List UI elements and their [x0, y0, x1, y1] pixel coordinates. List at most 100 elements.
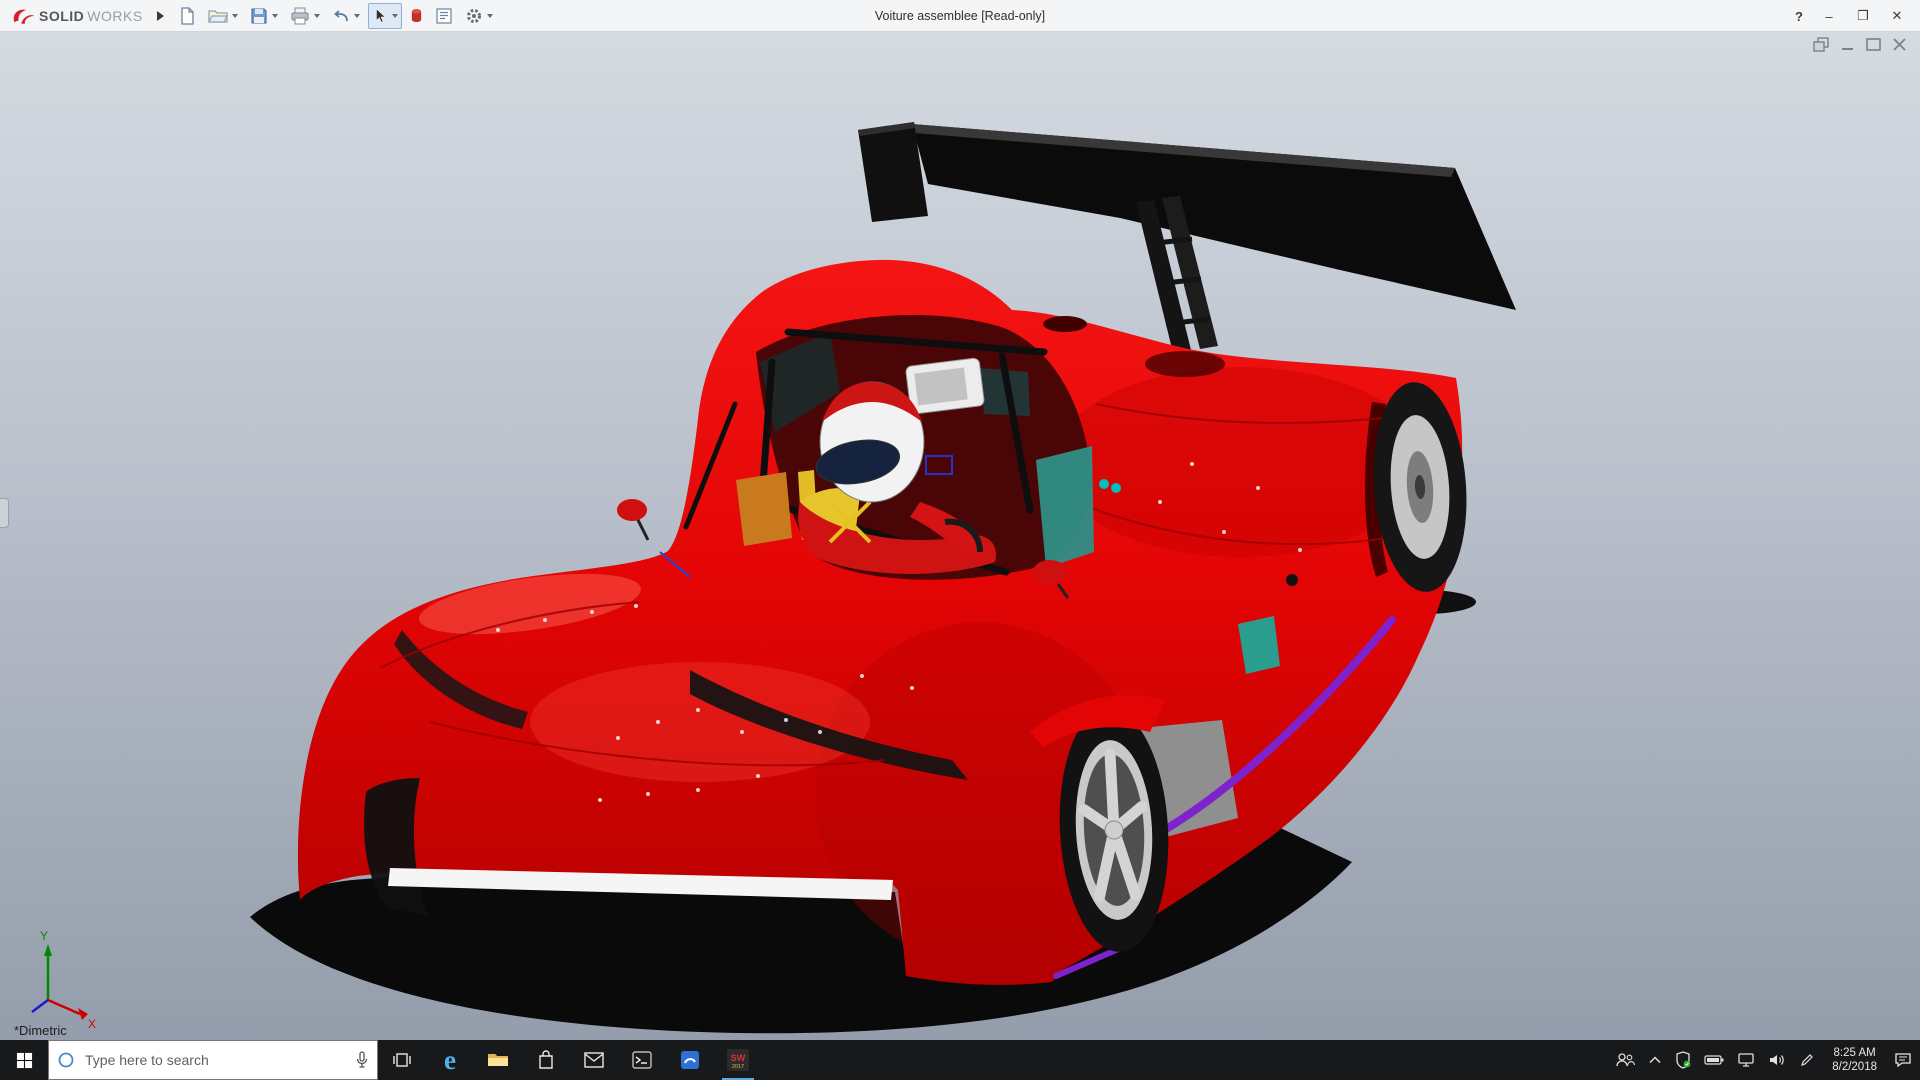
search-input[interactable]: [83, 1051, 347, 1069]
new-document-button[interactable]: [174, 3, 200, 29]
cortana-icon: [57, 1051, 75, 1069]
task-view-icon: [392, 1050, 412, 1070]
microphone-icon[interactable]: [355, 1051, 369, 1069]
doc-minimize-button[interactable]: [1839, 37, 1856, 52]
screen: SOLID WORKS: [0, 0, 1920, 1080]
cyan-marker: [1111, 483, 1121, 493]
titlebar: SOLID WORKS: [0, 0, 1920, 32]
sw-tile-year: 2017: [732, 1064, 744, 1070]
console-icon: [632, 1051, 652, 1069]
network-button[interactable]: [1737, 1052, 1755, 1068]
battery-icon: [1704, 1054, 1724, 1066]
options-button[interactable]: [461, 3, 497, 29]
window-controls: ? – ❐ ✕: [1786, 0, 1914, 32]
side-glass-right: [1036, 446, 1094, 568]
side-vent: [1286, 574, 1298, 586]
undo-icon: [332, 8, 350, 24]
shield-icon: [1675, 1051, 1691, 1069]
open-document-button[interactable]: [204, 3, 242, 29]
report-icon: [435, 7, 453, 25]
close-button[interactable]: ✕: [1880, 0, 1914, 32]
cyan-marker: [1099, 479, 1109, 489]
report-button[interactable]: [431, 3, 457, 29]
quick-access-toolbar: [174, 3, 497, 29]
gear-icon: [465, 7, 483, 25]
open-folder-icon: [208, 7, 228, 25]
new-document-icon: [178, 7, 196, 25]
pen-icon: [1799, 1052, 1815, 1068]
orange-panel: [736, 472, 792, 546]
orientation-triad: Y X: [32, 929, 96, 1031]
console-button[interactable]: [618, 1040, 666, 1080]
deck-shadow: [1145, 351, 1225, 377]
dropdown-caret-icon: [272, 14, 278, 18]
start-button[interactable]: [0, 1040, 48, 1080]
save-icon: [250, 7, 268, 25]
maximize-button[interactable]: ❐: [1846, 0, 1880, 32]
system-tray: 8:25 AM 8/2/2018: [1615, 1046, 1920, 1074]
edrawings-button[interactable]: [666, 1040, 714, 1080]
appearance-icon: [410, 7, 423, 25]
minimize-button[interactable]: –: [1812, 0, 1846, 32]
edge-button[interactable]: e: [426, 1040, 474, 1080]
minimize-icon: [1839, 37, 1856, 52]
help-button[interactable]: ?: [1786, 0, 1812, 32]
view-orientation-label: *Dimetric: [14, 1023, 67, 1038]
appearance-button[interactable]: [406, 3, 427, 29]
axis-y-label: Y: [40, 929, 48, 943]
windows-logo-icon: [16, 1052, 33, 1069]
dropdown-caret-icon: [314, 14, 320, 18]
clock-time: 8:25 AM: [1832, 1046, 1877, 1060]
undo-button[interactable]: [328, 3, 364, 29]
dropdown-caret-icon: [232, 14, 238, 18]
menu-expand-arrow[interactable]: [157, 11, 164, 21]
mail-button[interactable]: [570, 1040, 618, 1080]
defender-button[interactable]: [1675, 1051, 1691, 1069]
feature-panel-tab[interactable]: [0, 498, 9, 528]
select-cursor-icon: [372, 7, 388, 25]
doc-restore-button[interactable]: [1813, 37, 1830, 52]
close-icon: [1891, 37, 1908, 52]
maximize-icon: [1865, 37, 1882, 52]
mail-icon: [584, 1052, 604, 1068]
action-center-button[interactable]: [1894, 1052, 1912, 1068]
solidworks-logo-icon: [10, 5, 36, 27]
taskbar-search[interactable]: [48, 1040, 378, 1080]
store-bag-icon: [537, 1050, 555, 1070]
print-button[interactable]: [286, 3, 324, 29]
edge-icon: e: [444, 1047, 456, 1074]
taskbar-clock[interactable]: 8:25 AM 8/2/2018: [1828, 1046, 1881, 1074]
axis-x-label: X: [88, 1017, 96, 1031]
select-tool-button[interactable]: [368, 3, 402, 29]
doc-close-button[interactable]: [1891, 37, 1908, 52]
volume-button[interactable]: [1768, 1052, 1786, 1068]
solidworks-app-icon: SW 2017: [727, 1049, 749, 1071]
window-title: Voiture assemblee [Read-only]: [875, 9, 1045, 23]
restore-icon: [1813, 37, 1830, 52]
folder-icon: [487, 1051, 509, 1069]
store-button[interactable]: [522, 1040, 570, 1080]
dropdown-caret-icon: [487, 14, 493, 18]
speaker-icon: [1768, 1052, 1786, 1068]
action-center-icon: [1894, 1052, 1912, 1068]
solidworks-logo: SOLID WORKS: [0, 5, 143, 27]
battery-button[interactable]: [1704, 1054, 1724, 1066]
dropdown-caret-icon: [392, 14, 398, 18]
mirror-box: [905, 358, 984, 415]
printer-icon: [290, 7, 310, 25]
doc-maximize-button[interactable]: [1865, 37, 1882, 52]
clock-date: 8/2/2018: [1832, 1060, 1877, 1074]
3d-model[interactable]: Y X: [0, 32, 1920, 1040]
task-view-button[interactable]: [378, 1040, 426, 1080]
save-button[interactable]: [246, 3, 282, 29]
solidworks-app-button[interactable]: SW 2017: [714, 1040, 762, 1080]
pen-button[interactable]: [1799, 1052, 1815, 1068]
edrawings-icon: [680, 1050, 700, 1070]
chevron-up-icon: [1648, 1055, 1662, 1065]
graphics-viewport[interactable]: Y X: [0, 32, 1920, 1040]
sw-tile-text: SW: [731, 1053, 746, 1063]
people-button[interactable]: [1615, 1052, 1635, 1068]
tray-expand-button[interactable]: [1648, 1055, 1662, 1065]
dropdown-caret-icon: [354, 14, 360, 18]
file-explorer-button[interactable]: [474, 1040, 522, 1080]
